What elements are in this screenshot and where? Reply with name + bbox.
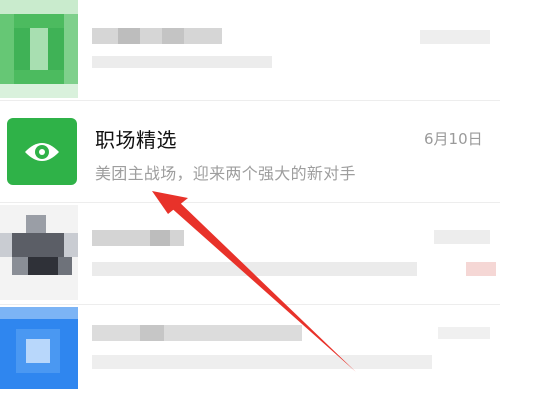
- annotation-arrow: [152, 191, 356, 372]
